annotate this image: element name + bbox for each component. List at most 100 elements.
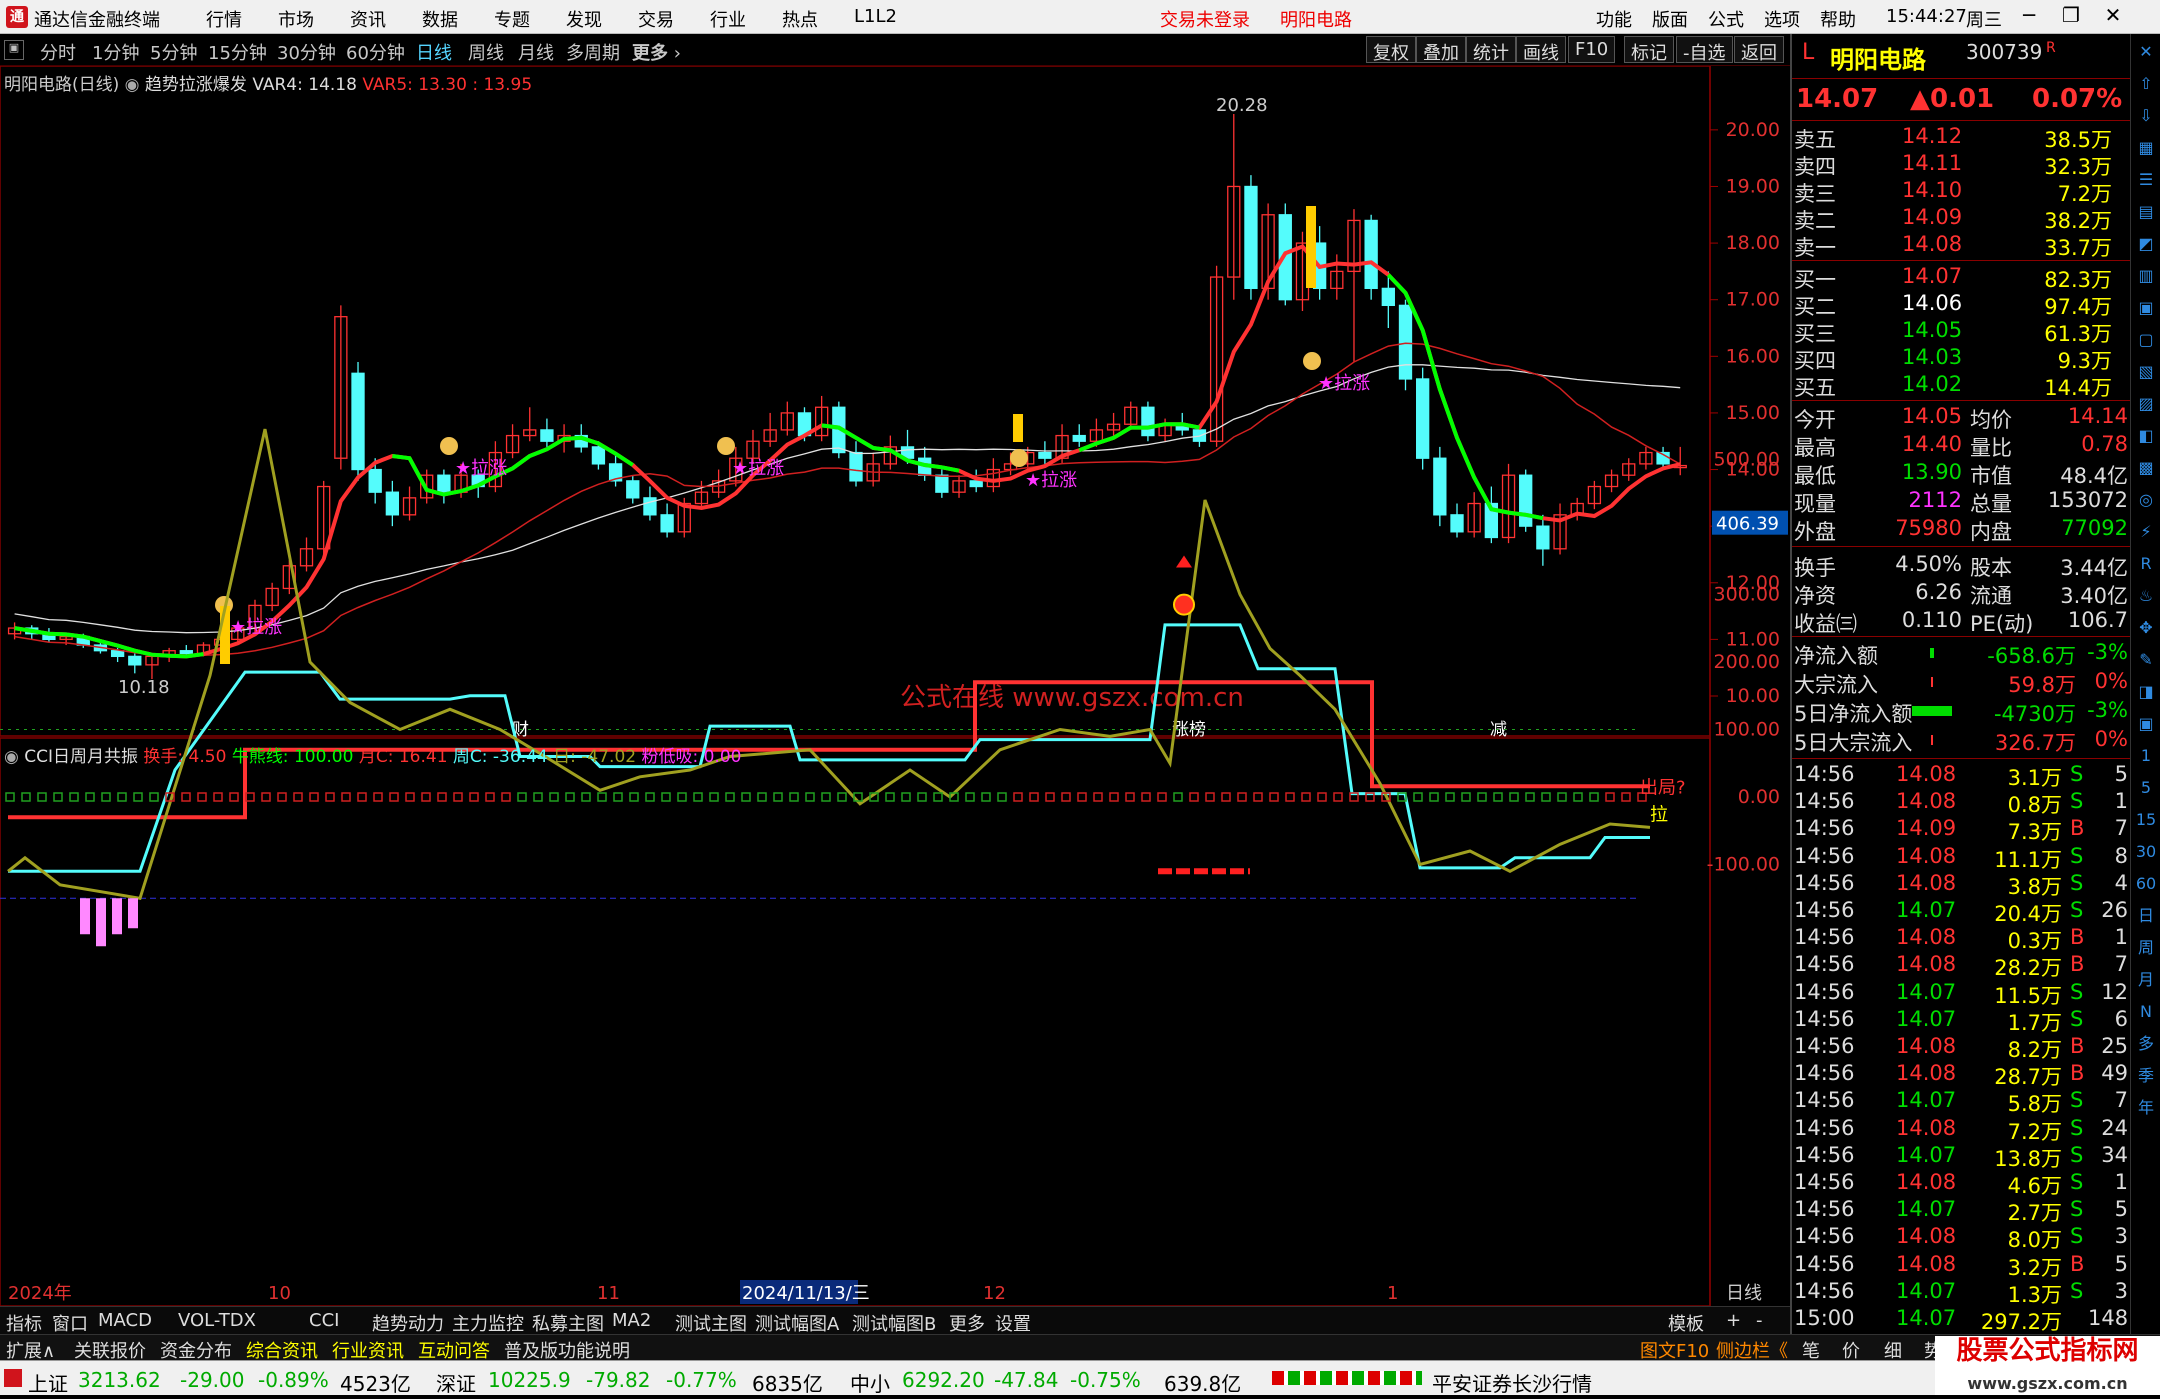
menu-item[interactable]: 发现 [566, 6, 602, 32]
period-tab[interactable]: 30分钟 [277, 39, 336, 65]
login-status[interactable]: 交易未登录 [1160, 6, 1250, 32]
chart-icon[interactable]: ◩ [2134, 230, 2158, 258]
year-icon[interactable]: 年 [2134, 1094, 2158, 1122]
indicator-tab[interactable]: MACD [94, 1310, 156, 1331]
period-5-icon[interactable]: 5 [2134, 774, 2158, 802]
indicator-tab[interactable]: 测试幅图B [848, 1310, 940, 1336]
day-icon[interactable]: 日 [2134, 902, 2158, 930]
indicator-tab[interactable]: MA2 [608, 1310, 655, 1331]
minimize-icon[interactable]: ─ [2014, 3, 2044, 31]
chart-area[interactable]: 20.0019.0018.0017.0016.0015.0014.0013.00… [0, 66, 1790, 1306]
menu-item[interactable]: 行情 [206, 6, 242, 32]
indicator-tab[interactable]: VOL-TDX [174, 1310, 260, 1331]
fire-icon[interactable]: ♨ [2134, 582, 2158, 610]
move-icon[interactable]: ✥ [2134, 614, 2158, 642]
season-icon[interactable]: 季 [2134, 1062, 2158, 1090]
period-60-icon[interactable]: 60 [2134, 870, 2158, 898]
menu-item[interactable]: 行业 [710, 6, 746, 32]
period-tab[interactable]: 5分钟 [150, 39, 197, 65]
menu-right-item[interactable]: 功能 [1596, 6, 1632, 32]
collapse-icon[interactable]: ✕ [2134, 38, 2158, 66]
kline-icon[interactable]: ▥ [2134, 262, 2158, 290]
indicator-tab[interactable]: 更多 [945, 1310, 989, 1336]
sub-toggle-icon[interactable]: ◉ [4, 747, 24, 767]
up-arrow-icon[interactable]: ⇧ [2134, 70, 2158, 98]
menu-item[interactable]: 交易 [638, 6, 674, 32]
fs-icon[interactable]: ◧ [2134, 422, 2158, 450]
toggle-icon[interactable]: ▣ [4, 40, 24, 60]
period-tab[interactable]: 1分钟 [92, 39, 139, 65]
period-tab-active[interactable]: 日线 [416, 39, 452, 65]
menu-item[interactable]: 资讯 [350, 6, 386, 32]
period-15-icon[interactable]: 15 [2134, 806, 2158, 834]
box-icon[interactable]: ▣ [2134, 710, 2158, 738]
indicator-tab[interactable]: CCI [305, 1310, 343, 1331]
period-1-icon[interactable]: 1 [2134, 742, 2158, 770]
indicator-tab[interactable]: 私募主图 [528, 1310, 608, 1336]
indicator-tab[interactable]: 测试幅图A [751, 1310, 843, 1336]
menu-right-item[interactable]: 帮助 [1820, 6, 1856, 32]
menu-item[interactable]: L1L2 [854, 6, 897, 27]
period-tab[interactable]: 月线 [518, 39, 554, 65]
more-periods[interactable]: 更多 › [632, 39, 681, 65]
sh-label[interactable]: 上证 [28, 1368, 68, 1397]
period-tab[interactable]: 分时 [40, 39, 76, 65]
restore-icon[interactable]: ❐ [2056, 3, 2086, 31]
period-tab[interactable]: 周线 [468, 39, 504, 65]
week-icon[interactable]: 周 [2134, 934, 2158, 962]
menu-item[interactable]: 热点 [782, 6, 818, 32]
tool-button[interactable]: F10 [1568, 36, 1616, 63]
f10-icon[interactable]: ▢ [2134, 326, 2158, 354]
layers-icon[interactable]: ▨ [2134, 390, 2158, 418]
fs2-icon[interactable]: ◨ [2134, 678, 2158, 706]
grid-icon[interactable]: ▦ [2134, 134, 2158, 162]
indicator-toggle-icon[interactable]: ◉ [125, 75, 145, 95]
indicator-tab[interactable]: 窗口 [48, 1310, 92, 1336]
doc-icon[interactable]: ▣ [2134, 294, 2158, 322]
close-icon[interactable]: ✕ [2098, 3, 2128, 31]
tool-button[interactable]: 统计 [1466, 36, 1516, 64]
tool-button[interactable]: 画线 [1516, 36, 1566, 64]
var5-tail: : 13.95 [472, 75, 533, 95]
tool-button[interactable]: -自选 [1676, 36, 1733, 64]
period-tab[interactable]: 60分钟 [346, 39, 405, 65]
month-icon[interactable]: 月 [2134, 966, 2158, 994]
tool-button[interactable]: 标记 [1624, 36, 1674, 64]
signal-square [293, 792, 303, 802]
minus-icon[interactable]: - [1752, 1310, 1767, 1331]
menu-item[interactable]: 专题 [494, 6, 530, 32]
bolt-icon[interactable]: ⚡ [2134, 518, 2158, 546]
rsi-icon[interactable]: R [2134, 550, 2158, 578]
tool-button[interactable]: 返回 [1734, 36, 1784, 64]
menu-item[interactable]: 数据 [422, 6, 458, 32]
menu-item[interactable]: 市场 [278, 6, 314, 32]
add-icon[interactable]: + [1722, 1310, 1745, 1331]
circle-icon[interactable]: ◎ [2134, 486, 2158, 514]
indicator-tab[interactable]: 主力监控 [448, 1310, 528, 1336]
down-arrow-icon[interactable]: ⇩ [2134, 102, 2158, 130]
signal-square [1589, 792, 1599, 802]
indicator-tab[interactable]: 设置 [991, 1310, 1035, 1336]
period-tab[interactable]: 15分钟 [208, 39, 267, 65]
menu-right-item[interactable]: 选项 [1764, 6, 1800, 32]
tool-button[interactable]: 叠加 [1416, 36, 1466, 64]
menu-right-item[interactable]: 版面 [1652, 6, 1688, 32]
period-30-icon[interactable]: 30 [2134, 838, 2158, 866]
menu-right-item[interactable]: 公式 [1708, 6, 1744, 32]
indicator-tab[interactable]: 指标 [2, 1310, 46, 1336]
multi-icon[interactable]: 多 [2134, 1030, 2158, 1058]
zx-label[interactable]: 中小 [850, 1368, 890, 1397]
table-icon[interactable]: ▤ [2134, 198, 2158, 226]
indicator-tab[interactable]: 测试主图 [671, 1310, 751, 1336]
bars-icon[interactable]: ▧ [2134, 358, 2158, 386]
pen-icon[interactable]: ✎ [2134, 646, 2158, 674]
template-button[interactable]: 模板 [1664, 1310, 1708, 1336]
list-icon[interactable]: ☰ [2134, 166, 2158, 194]
x-axis-label: 12 [983, 1283, 1006, 1304]
grid2-icon[interactable]: ▩ [2134, 454, 2158, 482]
period-tab[interactable]: 多周期 [566, 39, 620, 65]
sz-label[interactable]: 深证 [436, 1368, 476, 1397]
n-icon[interactable]: N [2134, 998, 2158, 1026]
tool-button[interactable]: 复权 [1366, 36, 1416, 64]
indicator-tab[interactable]: 趋势动力 [368, 1310, 448, 1336]
